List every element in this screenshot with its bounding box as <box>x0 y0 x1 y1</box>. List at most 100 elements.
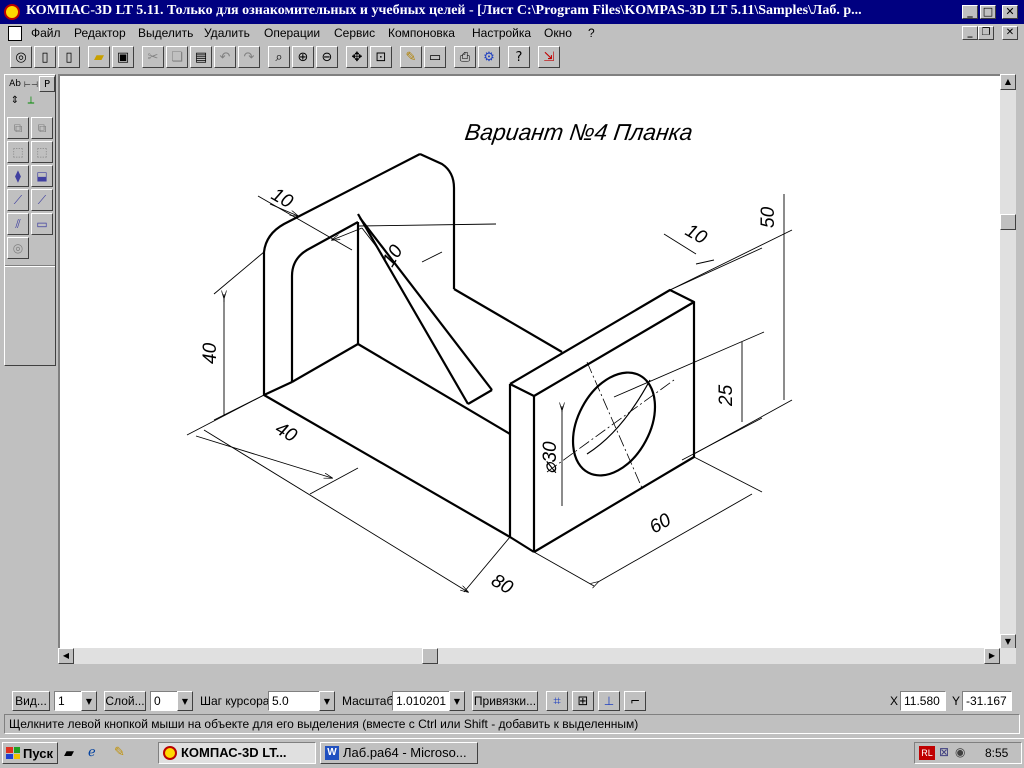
undo-icon[interactable]: ↶ <box>214 46 236 68</box>
zoom-out-icon[interactable]: ⊖ <box>316 46 338 68</box>
copy-tool-icon[interactable]: ⧉ <box>7 117 29 139</box>
vertical-scroll-thumb[interactable] <box>1000 214 1016 230</box>
scroll-right-arrow[interactable]: ▶ <box>984 648 1000 664</box>
menu-file[interactable]: Файл <box>31 26 61 40</box>
speaker-icon[interactable]: ◉ <box>955 745 965 759</box>
start-button[interactable]: Пуск <box>2 742 58 764</box>
layer-dropdown-icon[interactable]: ▼ <box>177 691 193 711</box>
network-icon[interactable]: ⊠ <box>939 745 949 759</box>
copy-icon[interactable]: ❏ <box>166 46 188 68</box>
minimize-button[interactable]: _ <box>962 5 978 19</box>
rotate-tool-icon[interactable]: ⬚ <box>31 141 53 163</box>
grid-icon[interactable]: ⊞ <box>572 691 594 711</box>
hatch-tool-icon[interactable]: ⫽ <box>7 213 29 235</box>
scale-tool-icon[interactable]: ⬚ <box>7 141 29 163</box>
mirror-tool-icon[interactable]: ⧫ <box>7 165 29 187</box>
drawing-canvas[interactable]: Вариант №4 Планка 10 10 10 50 40 40 25 ⌀… <box>58 74 1000 650</box>
quicklaunch-kompas-icon[interactable]: ✎ <box>114 745 125 760</box>
fillet-tool-icon[interactable]: ◎ <box>7 237 29 259</box>
menu-operations[interactable]: Операции <box>264 26 320 40</box>
dim-60: 60 <box>646 509 675 538</box>
window-titlebar[interactable]: КОМПАС-3D LT 5.11. Только для ознакомите… <box>0 0 1024 24</box>
language-indicator[interactable]: RL <box>919 746 935 760</box>
move-tool-icon[interactable]: ⧉ <box>31 117 53 139</box>
menu-window[interactable]: Окно <box>544 26 572 40</box>
status-line: Щелкните левой кнопкой мыши на объекте д… <box>4 714 1020 734</box>
system-tray: RL ⊠ ◉ 8:55 <box>914 742 1022 764</box>
scroll-left-arrow[interactable]: ◀ <box>58 648 74 664</box>
task-kompas[interactable]: КОМПАС-3D LT... <box>158 742 316 764</box>
new-fragment-icon[interactable]: ▯ <box>58 46 80 68</box>
y-coord-label: Y <box>952 694 961 708</box>
dim-40-vertical: 40 <box>200 342 221 364</box>
view-dropdown-icon[interactable]: ▼ <box>81 691 97 711</box>
snaps-button[interactable]: Привязки... <box>472 691 538 711</box>
menu-service[interactable]: Сервис <box>334 26 375 40</box>
clock[interactable]: 8:55 <box>985 746 1008 760</box>
compact-panel: Ab ⊢⊣ P ⇕ ⟂ ⧉ ⧉ ⬚ ⬚ ⧫ ⬓ ⟋ ⟋ ⫽ ▭ ◎ <box>4 74 56 366</box>
isometric-drawing: Вариант №4 Планка 10 10 10 50 40 40 25 ⌀… <box>186 119 793 599</box>
task-word-label: Лаб.ра64 - Microso... <box>343 745 467 760</box>
menu-help[interactable]: ? <box>588 26 595 40</box>
horizontal-scrollbar[interactable]: ◀ ▶ <box>58 648 1016 664</box>
scroll-up-arrow[interactable]: ▲ <box>1000 74 1016 90</box>
mdi-minimize-button[interactable]: _ <box>962 26 978 40</box>
tab-dimensions[interactable]: ⊢⊣ <box>23 76 39 92</box>
print-icon[interactable]: ⎙ <box>454 46 476 68</box>
layer-button[interactable]: Слой... <box>104 691 146 711</box>
tab-text[interactable]: Ab <box>7 76 23 92</box>
dim-80: 80 <box>488 570 517 599</box>
view-button[interactable]: Вид... <box>12 691 50 711</box>
quicklaunch-desktop-icon[interactable]: ▰ <box>64 746 74 761</box>
maximize-button[interactable]: □ <box>980 5 996 19</box>
menu-delete[interactable]: Удалить <box>204 26 250 40</box>
paste-icon[interactable]: ▤ <box>190 46 212 68</box>
deform-tool-icon[interactable]: ⬓ <box>31 165 53 187</box>
scale-field[interactable]: 1.010201 <box>392 691 450 711</box>
menu-select[interactable]: Выделить <box>138 26 193 40</box>
redo-icon[interactable]: ↷ <box>238 46 260 68</box>
layer-field[interactable]: 0 <box>150 691 178 711</box>
settings-icon[interactable]: ⚙ <box>478 46 500 68</box>
menu-layout[interactable]: Компоновка <box>388 26 455 40</box>
save-icon[interactable]: ▣ <box>112 46 134 68</box>
kompas-icon[interactable]: ◎ <box>10 46 32 68</box>
task-word[interactable]: W Лаб.ра64 - Microso... <box>320 742 478 764</box>
zoom-in-icon[interactable]: ⊕ <box>292 46 314 68</box>
preview-icon[interactable]: ▭ <box>424 46 446 68</box>
word-task-icon: W <box>325 746 339 760</box>
pan-icon[interactable]: ✥ <box>346 46 368 68</box>
break-tool-icon[interactable]: ⟋ <box>31 189 53 211</box>
horizontal-scroll-thumb[interactable] <box>422 648 438 664</box>
trim-tool-icon[interactable]: ⟋ <box>7 189 29 211</box>
zoom-window-icon[interactable]: ⌕ <box>268 46 290 68</box>
tab-params[interactable]: P <box>39 76 55 92</box>
menu-settings[interactable]: Настройка <box>472 26 531 40</box>
close-button[interactable]: ✕ <box>1002 5 1018 19</box>
arrows-icon[interactable]: ⇕ <box>7 92 23 108</box>
local-cs-icon[interactable]: ⌐ <box>624 691 646 711</box>
document-icon[interactable] <box>8 26 22 41</box>
dim-50: 50 <box>758 206 779 228</box>
mdi-restore-button[interactable]: ❐ <box>978 26 994 40</box>
ortho-icon[interactable]: ⊥ <box>598 691 620 711</box>
cursor-step-dropdown-icon[interactable]: ▼ <box>319 691 335 711</box>
cut-icon[interactable]: ✂ <box>142 46 164 68</box>
kompas-app-icon[interactable] <box>4 4 20 20</box>
quicklaunch-ie-icon[interactable]: ℯ <box>88 745 96 760</box>
exit-icon[interactable]: ⇲ <box>538 46 560 68</box>
equidistant-tool-icon[interactable]: ▭ <box>31 213 53 235</box>
snap-grid-icon[interactable]: ⌗ <box>546 691 568 711</box>
open-icon[interactable]: ▰ <box>88 46 110 68</box>
refresh-icon[interactable]: ✎ <box>400 46 422 68</box>
vertical-scrollbar[interactable]: ▲ ▼ <box>1000 74 1016 650</box>
mdi-close-button[interactable]: ✕ <box>1002 26 1018 40</box>
zoom-all-icon[interactable]: ⊡ <box>370 46 392 68</box>
new-sheet-icon[interactable]: ▯ <box>34 46 56 68</box>
axis-icon[interactable]: ⟂ <box>23 92 39 108</box>
menu-editor[interactable]: Редактор <box>74 26 126 40</box>
scale-dropdown-icon[interactable]: ▼ <box>449 691 465 711</box>
help-icon[interactable]: ? <box>508 46 530 68</box>
view-field[interactable]: 1 <box>54 691 82 711</box>
cursor-step-field[interactable]: 5.0 <box>268 691 320 711</box>
